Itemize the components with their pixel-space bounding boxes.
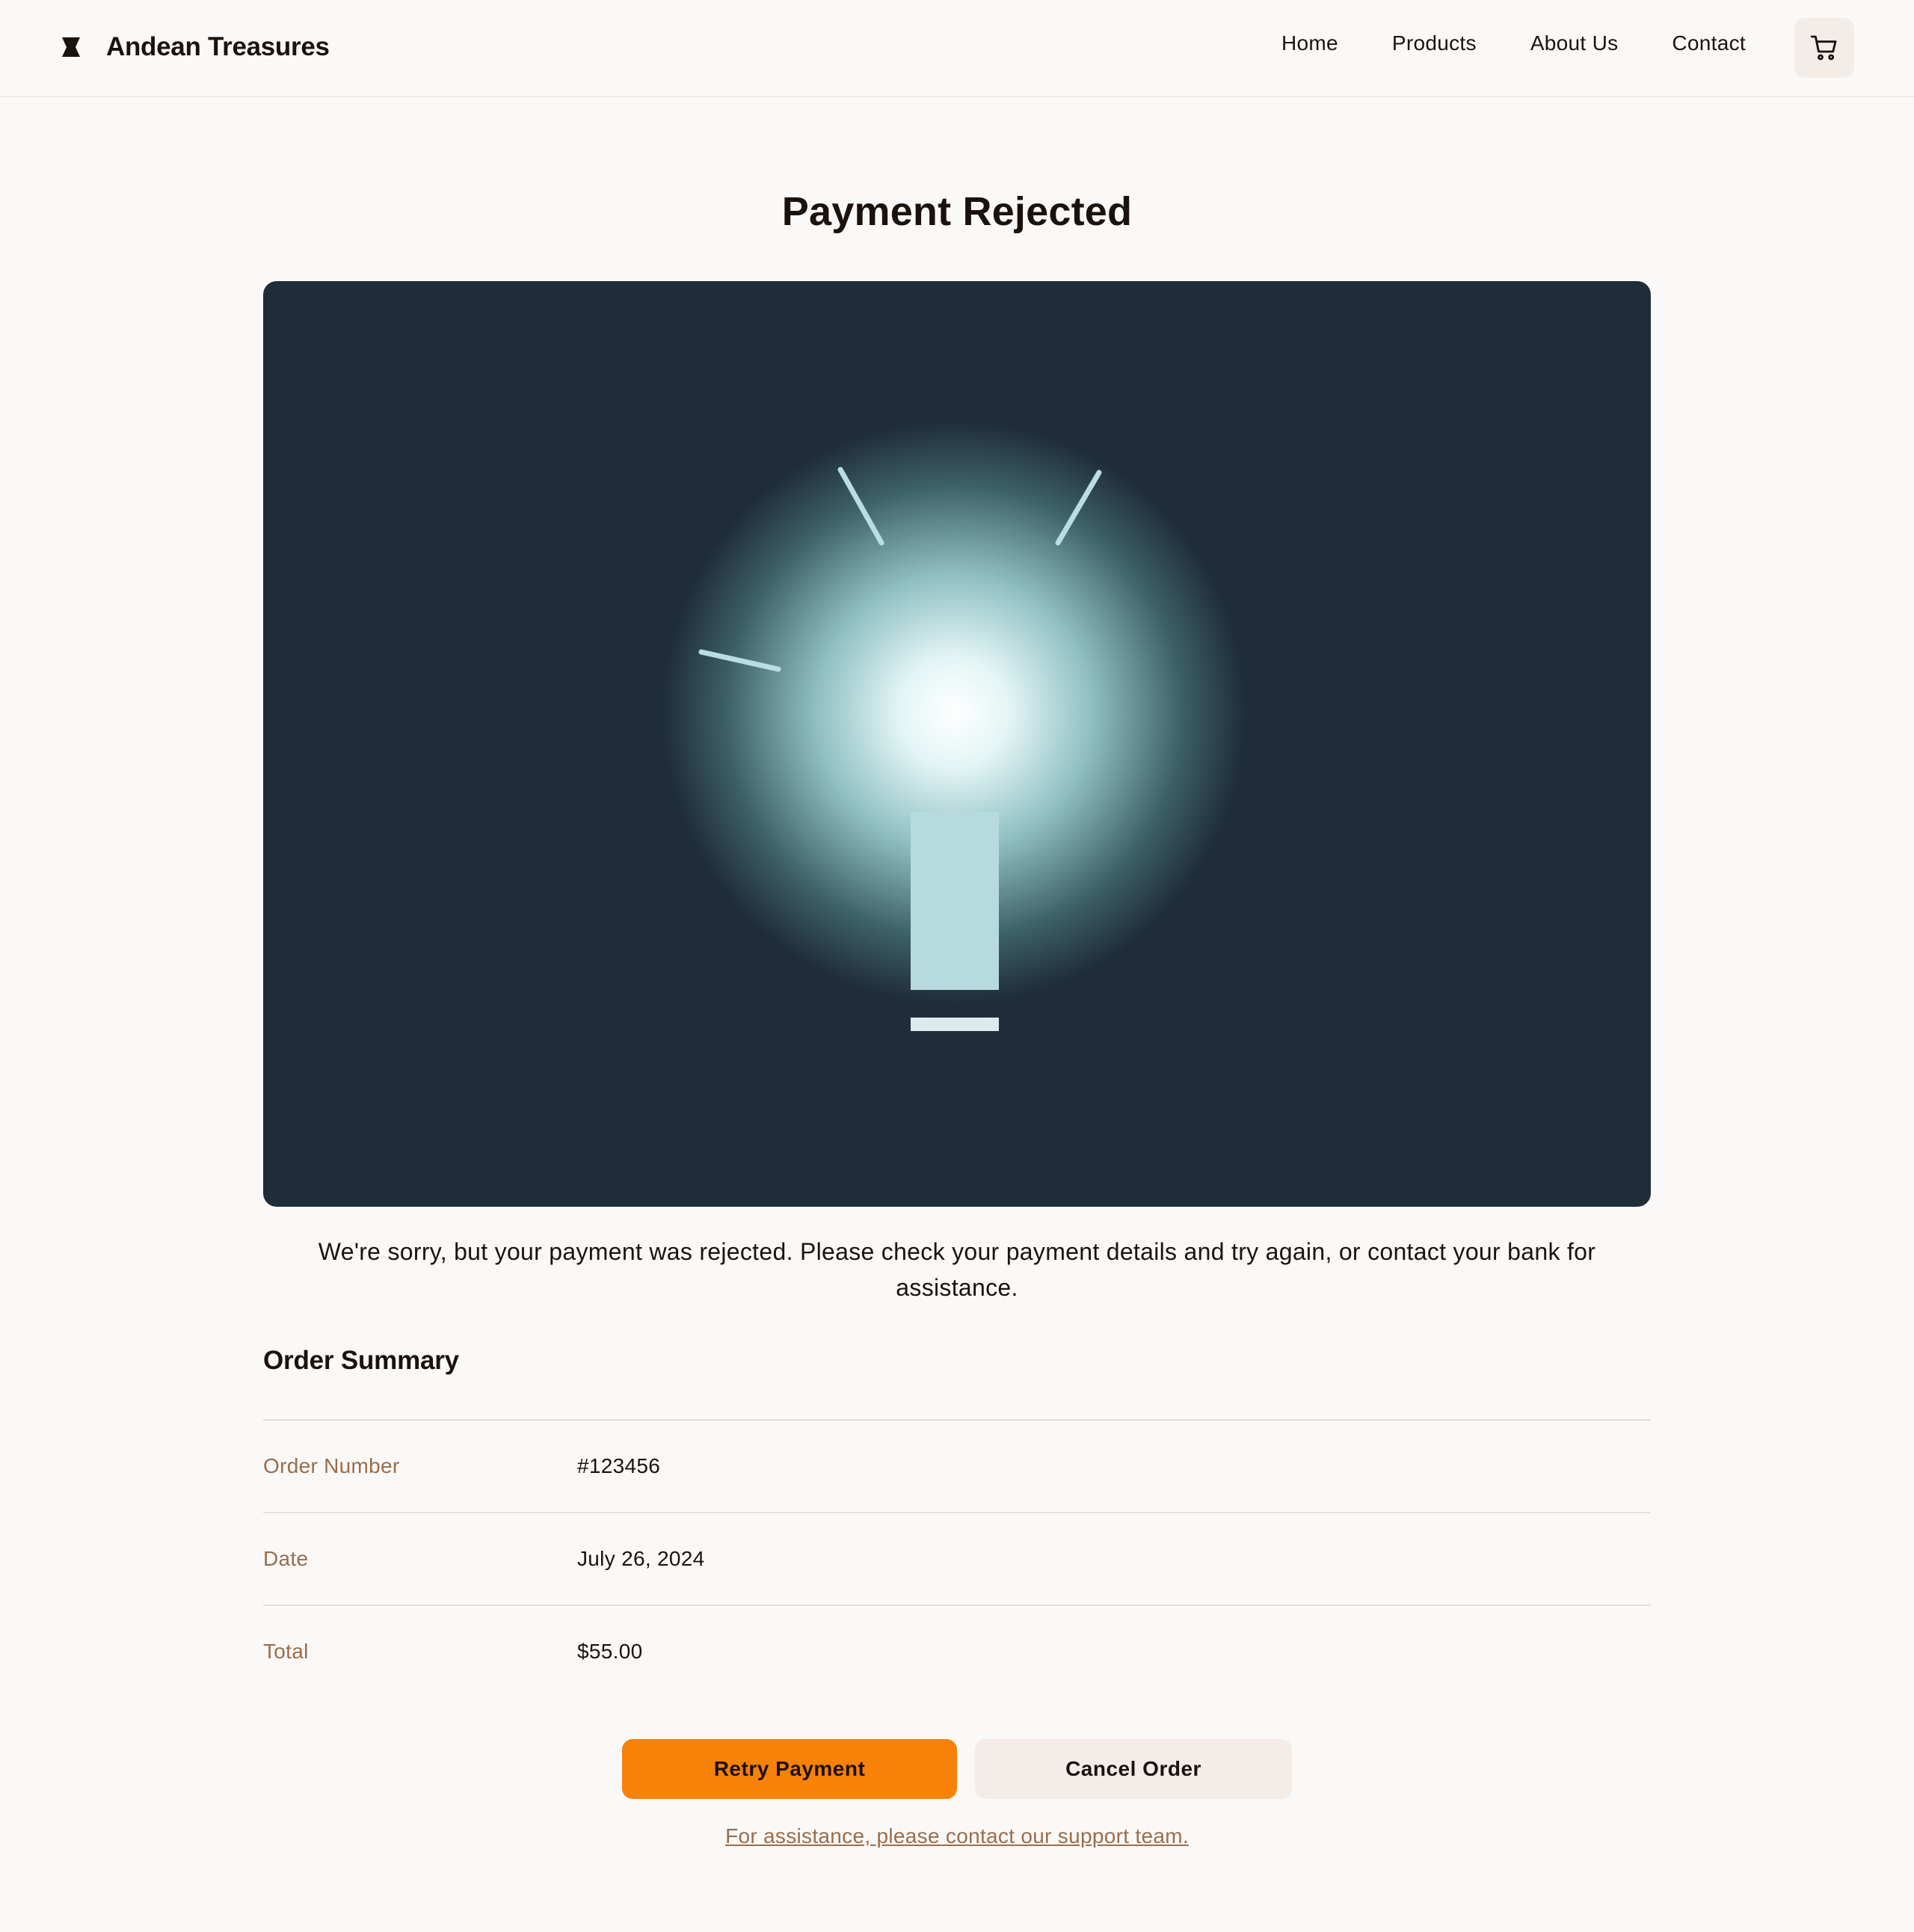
date-label: Date <box>263 1547 309 1570</box>
hourglass-logo-icon <box>62 37 80 57</box>
order-summary-table: Order Number #123456 Date July 26, 2024 … <box>263 1419 1651 1697</box>
support-link[interactable]: For assistance, please contact our suppo… <box>725 1824 1189 1848</box>
order-number-value: #123456 <box>577 1454 661 1477</box>
support-link-container: For assistance, please contact our suppo… <box>0 1824 1914 1848</box>
order-number-row: Order Number #123456 <box>263 1419 1651 1512</box>
total-label: Total <box>263 1640 309 1663</box>
exclamation-bar-icon <box>911 812 999 990</box>
cancel-order-button[interactable]: Cancel Order <box>975 1739 1292 1799</box>
page-title: Payment Rejected <box>781 189 1133 234</box>
nav-about-us[interactable]: About Us <box>1530 31 1619 55</box>
cart-button[interactable] <box>1794 18 1854 78</box>
brand-name: Andean Treasures <box>106 32 330 61</box>
retry-payment-button[interactable]: Retry Payment <box>622 1739 957 1799</box>
site-header: Andean Treasures Home Products About Us … <box>0 0 1914 97</box>
total-value: $55.00 <box>577 1640 643 1663</box>
rejection-message: We're sorry, but your payment was reject… <box>318 1238 1596 1301</box>
brand[interactable]: Andean Treasures <box>60 25 330 69</box>
date-row: Date July 26, 2024 <box>263 1512 1651 1605</box>
nav-contact[interactable]: Contact <box>1672 31 1746 55</box>
date-value: July 26, 2024 <box>577 1547 705 1570</box>
main-nav: Home Products About Us Contact <box>1281 31 1746 55</box>
order-summary-title: Order Summary <box>263 1346 459 1375</box>
total-row: Total $55.00 <box>263 1605 1651 1697</box>
nav-products[interactable]: Products <box>1392 31 1477 55</box>
payment-rejected-illustration <box>263 281 1651 1207</box>
exclamation-dot-icon <box>911 1018 999 1031</box>
nav-home[interactable]: Home <box>1281 31 1338 55</box>
shopping-cart-icon <box>1810 35 1837 61</box>
action-buttons: Retry Payment Cancel Order <box>622 1739 1292 1799</box>
order-number-label: Order Number <box>263 1454 400 1477</box>
